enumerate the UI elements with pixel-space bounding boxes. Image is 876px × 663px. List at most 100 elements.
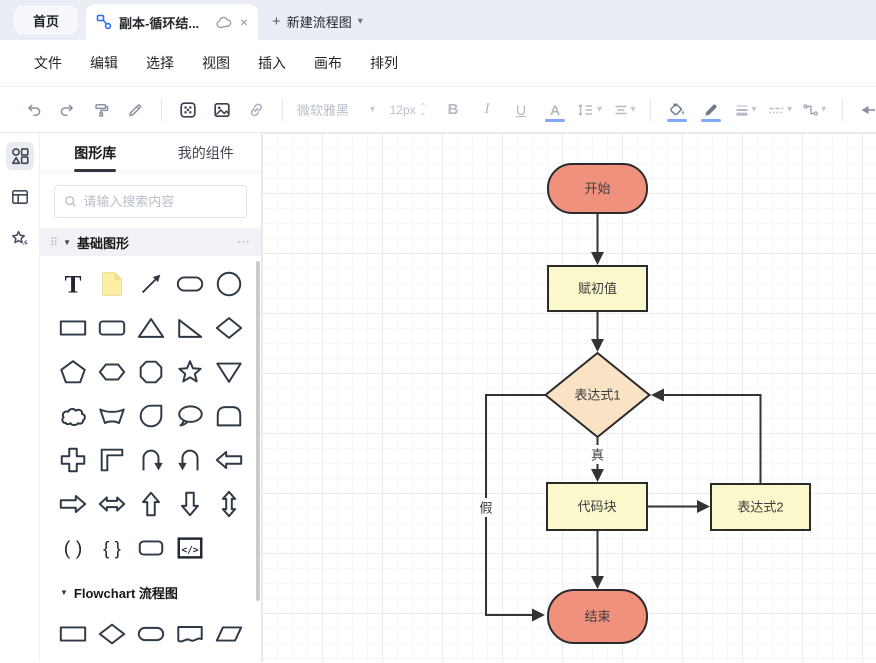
section-header-flowchart[interactable]: ▼ Flowchart 流程图 bbox=[40, 578, 261, 606]
diagram-canvas[interactable]: 真假 开始 赋初值 表达式1 代码块 表达式2 结束 bbox=[262, 133, 876, 662]
tab-my-components[interactable]: 我的组件 bbox=[151, 133, 262, 172]
font-color-button[interactable]: A bbox=[540, 95, 570, 125]
format-painter-button[interactable] bbox=[86, 95, 116, 125]
shape-parentheses-icon[interactable]: ( ) bbox=[53, 529, 92, 566]
connector-style-button[interactable]: ▾ bbox=[799, 95, 829, 125]
menu-item-3[interactable]: 视图 bbox=[188, 47, 244, 79]
tab-document[interactable]: 副本-循环结... × bbox=[86, 4, 258, 40]
collapse-caret-icon[interactable]: ▼ bbox=[60, 588, 68, 597]
menu-item-0[interactable]: 文件 bbox=[20, 47, 76, 79]
more-options-icon[interactable]: ⋯ bbox=[237, 234, 251, 250]
shape-double-horizontal-arrow-icon[interactable] bbox=[92, 485, 131, 522]
flow-node-end[interactable]: 结束 bbox=[547, 589, 648, 644]
shape-braces-icon[interactable]: { } bbox=[92, 529, 131, 566]
line-weight-button[interactable]: ▾ bbox=[730, 95, 760, 125]
shape-cloud-icon[interactable] bbox=[53, 397, 92, 434]
shape-cross-icon[interactable] bbox=[53, 441, 92, 478]
stepper-icons[interactable]: ⌃ ⌄ bbox=[420, 102, 427, 116]
font-size-stepper[interactable]: 12px ⌃ ⌄ bbox=[382, 95, 434, 125]
shape-double-vertical-arrow-icon[interactable] bbox=[209, 485, 248, 522]
shape-rounded-top-rectangle-icon[interactable] bbox=[209, 397, 248, 434]
flow-node-start[interactable]: 开始 bbox=[547, 163, 648, 214]
shape-star-icon[interactable] bbox=[170, 353, 209, 390]
tab-shape-library[interactable]: 图形库 bbox=[40, 133, 151, 172]
fill-color-button[interactable] bbox=[662, 95, 692, 125]
underline-button[interactable]: U bbox=[506, 95, 536, 125]
image-button[interactable] bbox=[207, 95, 237, 125]
shape-decision-icon[interactable] bbox=[92, 615, 131, 652]
shape-u-turn-arrow-right-icon[interactable] bbox=[131, 441, 170, 478]
flow-node-init[interactable]: 赋初值 bbox=[547, 265, 648, 312]
shape-u-turn-arrow-left-icon[interactable] bbox=[170, 441, 209, 478]
shape-up-arrow-icon[interactable] bbox=[131, 485, 170, 522]
shapes-panel-button[interactable] bbox=[5, 142, 34, 170]
bold-button[interactable]: B bbox=[438, 95, 468, 125]
shape-down-arrow-icon[interactable] bbox=[170, 485, 209, 522]
undo-button[interactable] bbox=[18, 95, 48, 125]
font-family-select[interactable]: 微软雅黑 ▾ bbox=[294, 95, 378, 125]
table-button[interactable] bbox=[173, 95, 203, 125]
search-input[interactable] bbox=[83, 194, 237, 209]
arrow-style-button[interactable]: ▾ bbox=[856, 95, 876, 125]
shape-corner-icon[interactable] bbox=[92, 441, 131, 478]
shape-rectangle-icon[interactable] bbox=[53, 309, 92, 346]
shape-stored-data-icon[interactable] bbox=[92, 659, 131, 663]
layout-panel-button[interactable] bbox=[6, 183, 34, 211]
menu-item-2[interactable]: 选择 bbox=[132, 47, 188, 79]
redo-button[interactable] bbox=[52, 95, 82, 125]
shape-code-block-icon[interactable]: </> bbox=[170, 529, 209, 566]
shape-right-triangle-icon[interactable] bbox=[170, 309, 209, 346]
new-document-button[interactable]: + 新建流程图 ▾ bbox=[272, 8, 363, 34]
shape-diamond-icon[interactable] bbox=[209, 309, 248, 346]
link-button[interactable] bbox=[241, 95, 271, 125]
shape-triangle-icon[interactable] bbox=[131, 309, 170, 346]
shape-arrow-line-icon[interactable] bbox=[131, 265, 170, 302]
magic-tools-button[interactable] bbox=[6, 224, 34, 252]
shape-sequential-data-icon[interactable] bbox=[170, 659, 209, 663]
node-label: 表达式2 bbox=[737, 500, 783, 515]
shape-right-arrow-icon[interactable] bbox=[53, 485, 92, 522]
shape-predefined-process-icon[interactable] bbox=[53, 659, 92, 663]
line-height-button[interactable]: ▾ bbox=[574, 95, 605, 125]
flow-node-code[interactable]: 代码块 bbox=[546, 482, 648, 531]
shape-sticky-note-icon[interactable] bbox=[92, 265, 131, 302]
close-icon[interactable]: × bbox=[240, 15, 248, 29]
shape-speech-bubble-icon[interactable] bbox=[170, 397, 209, 434]
menu-item-1[interactable]: 编辑 bbox=[76, 47, 132, 79]
shape-left-arrow-icon[interactable] bbox=[209, 441, 248, 478]
menu-item-6[interactable]: 排列 bbox=[356, 47, 412, 79]
flow-node-expr2[interactable]: 表达式2 bbox=[710, 483, 811, 531]
shape-rounded-rectangle-small-icon[interactable] bbox=[131, 529, 170, 566]
menu-item-4[interactable]: 插入 bbox=[244, 47, 300, 79]
shape-internal-storage-icon[interactable] bbox=[131, 659, 170, 663]
style-brush-button[interactable] bbox=[120, 95, 150, 125]
drag-handle-icon[interactable]: ⠿ bbox=[50, 236, 58, 249]
text-align-button[interactable]: ▾ bbox=[609, 95, 639, 125]
shape-teardrop-icon[interactable] bbox=[131, 397, 170, 434]
search-box[interactable] bbox=[54, 185, 247, 218]
shape-parallelogram-icon[interactable] bbox=[209, 615, 248, 652]
shape-pill-icon[interactable] bbox=[170, 265, 209, 302]
menu-item-5[interactable]: 画布 bbox=[300, 47, 356, 79]
shape-inverted-triangle-icon[interactable] bbox=[209, 353, 248, 390]
section-header-basic-shapes[interactable]: ⠿ ▼ 基础图形 ⋯ bbox=[40, 228, 261, 256]
flow-node-cond[interactable]: 表达式1 bbox=[543, 351, 652, 439]
shape-terminator-icon[interactable] bbox=[131, 615, 170, 652]
shape-direct-data-icon[interactable] bbox=[209, 659, 248, 663]
shape-document-icon[interactable] bbox=[170, 615, 209, 652]
shape-manual-operation-icon[interactable] bbox=[92, 397, 131, 434]
shape-pentagon-icon[interactable] bbox=[53, 353, 92, 390]
line-style-button[interactable]: ▾ bbox=[764, 95, 795, 125]
shape-octagon-icon[interactable] bbox=[131, 353, 170, 390]
tab-home[interactable]: 首页 bbox=[14, 6, 78, 34]
shape-process-icon[interactable] bbox=[53, 615, 92, 652]
shape-circle-icon[interactable] bbox=[209, 265, 248, 302]
panel-scrollbar[interactable] bbox=[256, 261, 260, 601]
shape-text-icon[interactable]: T bbox=[53, 265, 92, 302]
italic-button[interactable]: I bbox=[472, 95, 502, 125]
shape-rounded-rectangle-icon[interactable] bbox=[92, 309, 131, 346]
line-color-button[interactable] bbox=[696, 95, 726, 125]
flow-edge-4[interactable] bbox=[651, 388, 762, 484]
collapse-caret-icon[interactable]: ▼ bbox=[63, 238, 71, 247]
shape-hexagon-icon[interactable] bbox=[92, 353, 131, 390]
